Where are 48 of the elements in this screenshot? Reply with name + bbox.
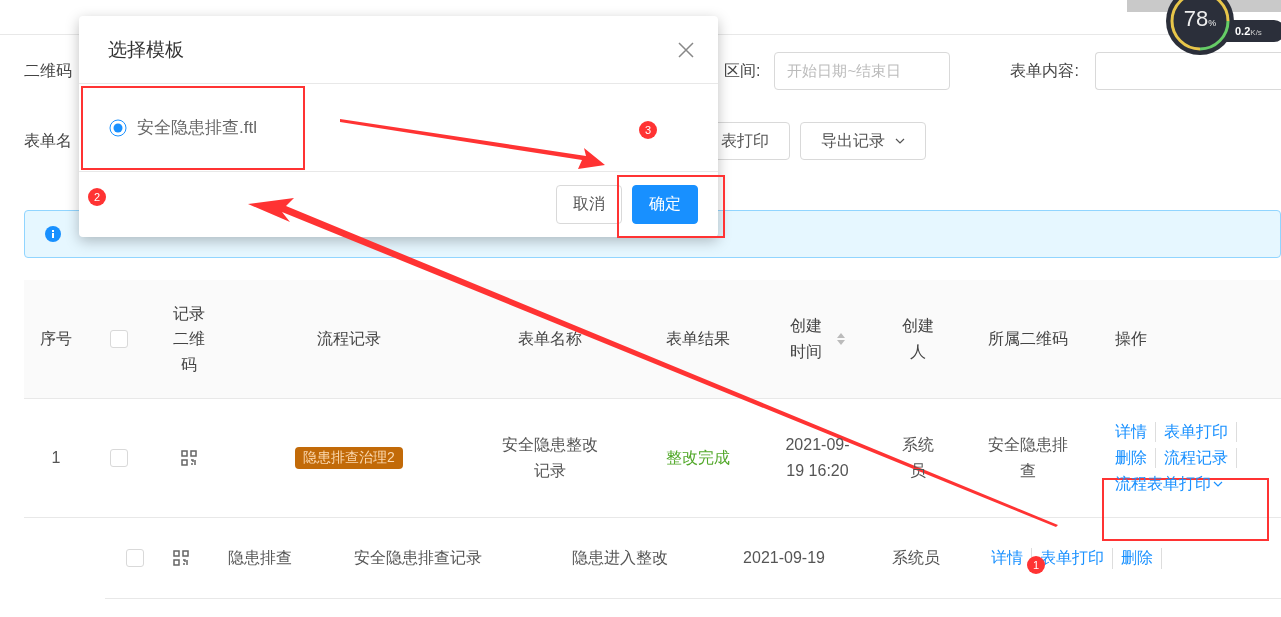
- cancel-button[interactable]: 取消: [556, 185, 622, 224]
- confirm-button[interactable]: 确定: [632, 185, 698, 224]
- date-range-field[interactable]: 开始日期~结束日: [774, 52, 951, 90]
- qr-code-icon[interactable]: [173, 550, 189, 566]
- caret-icon: [895, 138, 905, 144]
- table-cell-text: 隐患排查: [227, 547, 293, 568]
- result-cell-text: 整改完成: [665, 447, 730, 468]
- table-cell-text: 系统员: [891, 547, 941, 568]
- table-cell-text: 安全隐患排查记录: [353, 547, 483, 568]
- field-label: 表单内容:: [1010, 60, 1079, 81]
- speed-reading: 0.2K/s: [1235, 25, 1262, 37]
- table-cell-text: 安全隐患排查: [986, 435, 1069, 481]
- table-cell-text: 1: [50, 449, 62, 467]
- column-header: 流程记录: [317, 328, 381, 349]
- radio-icon[interactable]: [109, 118, 127, 137]
- column-header: 序号: [40, 329, 72, 350]
- column-header: 所属二维码: [987, 328, 1068, 349]
- dropdown-link[interactable]: 流程表单打印: [1115, 474, 1231, 494]
- caret-icon: [1213, 481, 1223, 487]
- qr-code-icon[interactable]: [181, 450, 197, 466]
- column-header[interactable]: 创建时间: [789, 313, 822, 365]
- table-cell-text: 安全隐患整改记录: [502, 435, 598, 481]
- column-header: 表单名称: [518, 328, 582, 349]
- info-icon: [45, 226, 61, 242]
- action-link[interactable]: 表单打印: [1164, 422, 1237, 442]
- export-dropdown[interactable]: 导出记录: [800, 122, 926, 160]
- field-label: 二维码: [24, 60, 73, 81]
- table-cell-text: 2021-09-19: [742, 549, 826, 567]
- checkbox[interactable]: [126, 549, 144, 567]
- close-icon[interactable]: [678, 41, 694, 58]
- column-header: 表单结果: [665, 328, 730, 349]
- process-tag: 隐患排查治理2: [295, 447, 403, 469]
- action-link[interactable]: 删除: [1121, 547, 1162, 569]
- template-radio[interactable]: 安全隐患排查.ftl: [109, 116, 257, 139]
- column-header: 创建人: [901, 316, 934, 362]
- table-cell-text: 隐患进入整改: [571, 547, 669, 568]
- field-label: 区间:: [724, 60, 761, 81]
- column-header: 操作: [1115, 329, 1147, 347]
- table-cell-text: 2021-09-19 16:20: [784, 435, 851, 481]
- gauge-percent: 78%: [1182, 6, 1218, 32]
- action-link[interactable]: 流程记录: [1164, 448, 1237, 468]
- dialog-title: 选择模板: [108, 37, 184, 62]
- action-link[interactable]: 详情: [1115, 422, 1156, 442]
- action-link[interactable]: 删除: [1115, 448, 1156, 468]
- checkbox[interactable]: [110, 449, 128, 467]
- column-header: 记录二维码: [173, 303, 205, 375]
- checkbox[interactable]: [110, 330, 128, 348]
- sort-icon[interactable]: [835, 332, 846, 346]
